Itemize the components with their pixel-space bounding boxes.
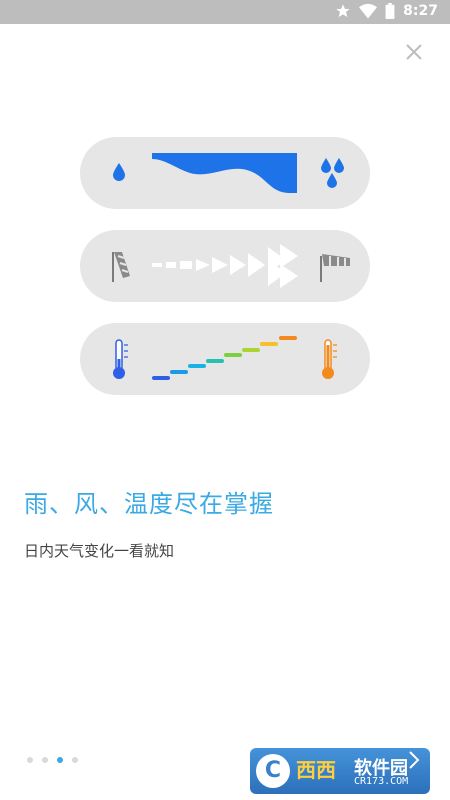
water-drop-icon <box>113 163 125 181</box>
page-dot-2 <box>42 757 48 763</box>
page-dot-3 <box>57 757 63 763</box>
temperature-steps <box>152 336 297 380</box>
windsock-low-icon <box>112 252 130 282</box>
close-icon <box>406 44 422 60</box>
battery-icon <box>385 3 395 19</box>
watermark-text-url: CR173.COM <box>354 776 409 787</box>
thermometer-cold-icon <box>113 339 128 379</box>
water-drops-icon <box>321 158 344 188</box>
page-dot-4 <box>72 757 78 763</box>
wind-card <box>80 230 370 302</box>
status-bar: 8:27 <box>0 0 450 24</box>
watermark-c-logo: C <box>256 754 290 788</box>
headline: 雨、风、温度尽在掌握 <box>24 490 274 518</box>
temperature-graphic <box>113 336 337 380</box>
chevron-right-icon <box>409 751 420 769</box>
rain-card <box>80 137 370 209</box>
status-icons: 8:27 <box>335 3 438 19</box>
rain-graphic <box>113 153 344 193</box>
close-button[interactable] <box>402 40 426 64</box>
next-button[interactable] <box>404 748 424 772</box>
subtitle: 日内天气变化一看就知 <box>24 542 175 560</box>
rainfall-area <box>152 153 297 193</box>
wifi-icon <box>359 3 378 19</box>
watermark-text-red: 西西 <box>296 758 336 782</box>
watermark-logo: C 西西 软件园 CR173.COM <box>250 748 430 794</box>
page-dot-1 <box>27 757 33 763</box>
wind-graphic <box>112 244 350 288</box>
page-indicator <box>27 757 78 763</box>
status-time: 8:27 <box>403 3 438 19</box>
thermometer-hot-icon <box>322 339 337 379</box>
windsock-high-icon <box>320 254 350 282</box>
temperature-card <box>80 323 370 395</box>
wind-strength-graphic <box>152 244 298 288</box>
star-icon <box>336 4 350 17</box>
